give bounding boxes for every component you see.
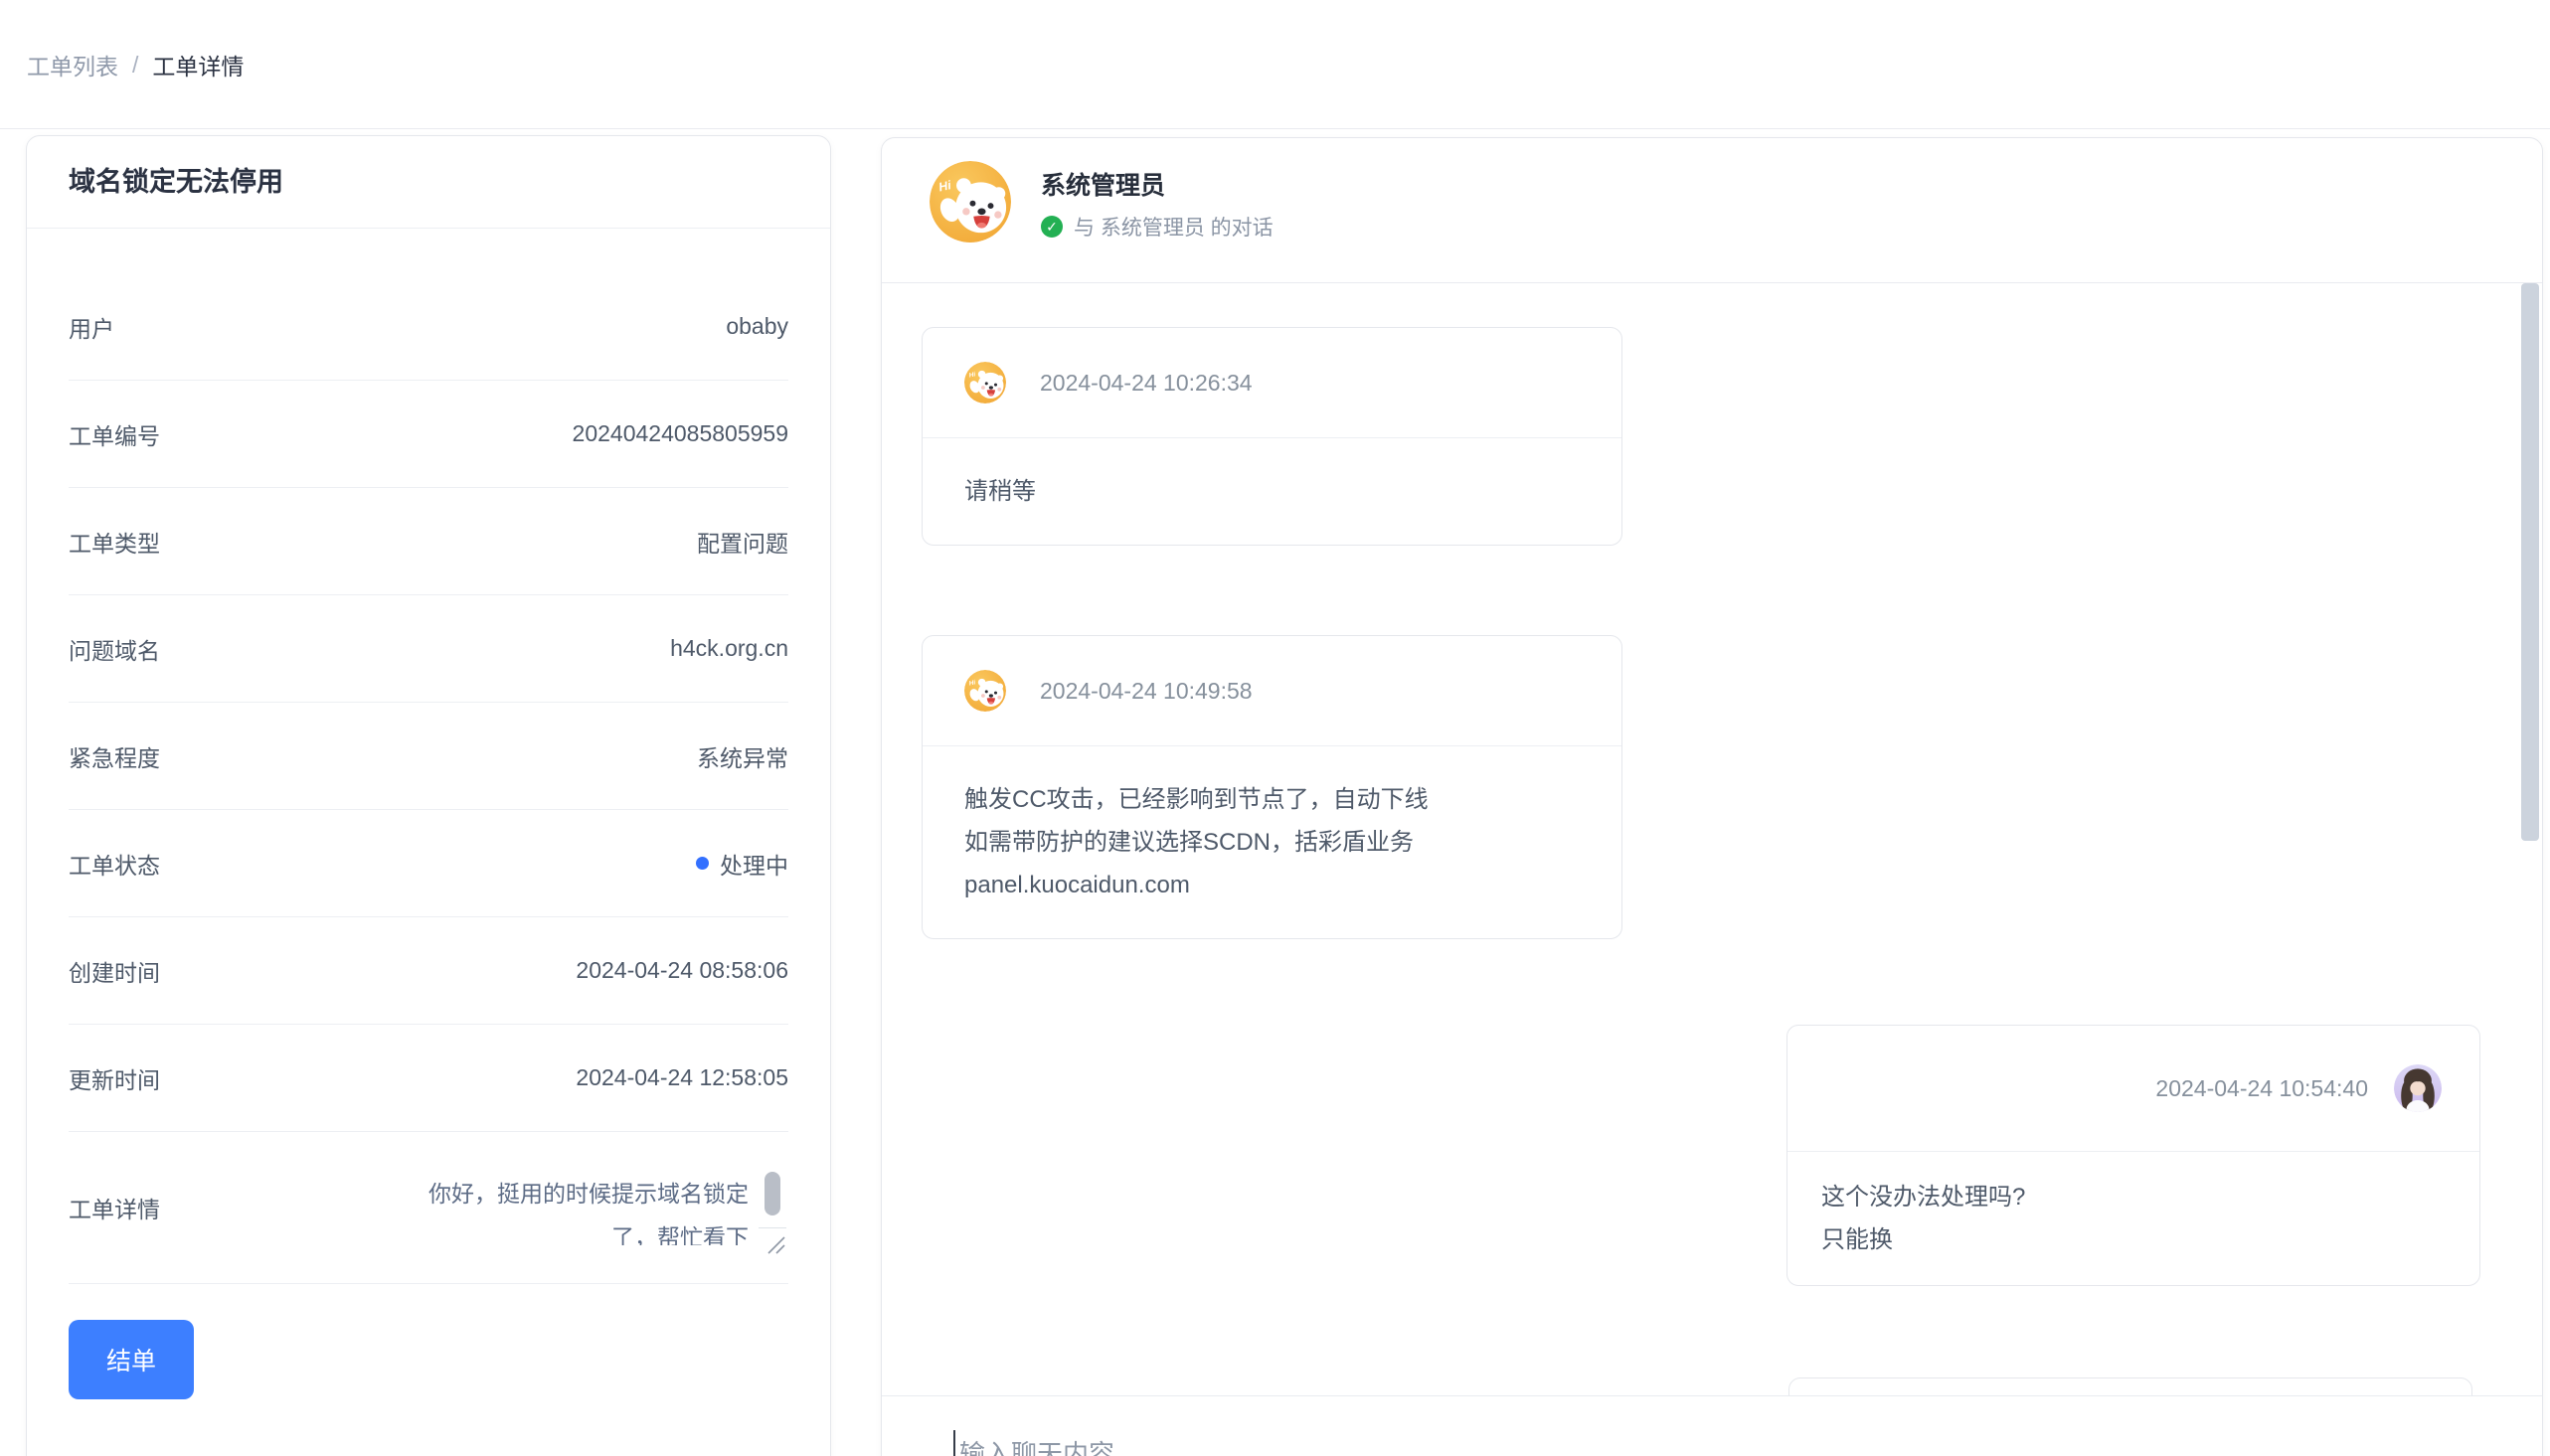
field-row: 用户 obaby [69, 273, 788, 381]
field-value-text: 处理中 [720, 847, 788, 881]
chat-status-text: 与 系统管理员 的对话 [1074, 212, 1274, 242]
field-label: 紧急程度 [69, 739, 160, 773]
field-value: 处理中 [696, 847, 788, 881]
ticket-detail-page: 工单列表 / 工单详情 域名锁定无法停用 用户 obaby 工单编号 20240424… [0, 0, 2550, 1456]
field-label: 工单详情 [69, 1191, 160, 1224]
field-label: 工单状态 [69, 847, 160, 881]
ticket-detail-textarea[interactable]: 你好，挺用的时候提示域名锁定 了，帮忙看下 [321, 1158, 788, 1257]
status-dot-icon [696, 857, 709, 870]
chat-input-placeholder: 输入聊天内容 [959, 1434, 1114, 1456]
field-value-text: 配置问题 [697, 525, 788, 559]
field-label: 更新时间 [69, 1061, 160, 1095]
message-timestamp: 2024-04-24 10:54:40 [2155, 1075, 2368, 1102]
field-value: 配置问题 [697, 525, 788, 559]
message-timestamp: 2024-04-24 10:26:34 [1040, 370, 1253, 397]
field-label: 创建时间 [69, 954, 160, 988]
agent-name: 系统管理员 [1041, 166, 1165, 202]
chat-header: Hi 系统管理员 ✓ 与 系统管理员 的对话 [882, 138, 2542, 283]
chat-card: Hi 系统管理员 ✓ 与 系统管理员 的对话 Hi 2024-04-24 10:2… [881, 137, 2543, 1456]
field-value: h4ck.org.cn [670, 635, 788, 662]
chat-input-area[interactable]: 输入聊天内容 [882, 1396, 2542, 1456]
agent-avatar-small: Hi [964, 362, 1006, 404]
ticket-info-card: 域名锁定无法停用 用户 obaby 工单编号 20240424085805959 工单类… [26, 135, 831, 1456]
message-timestamp: 2024-04-24 10:49:58 [1040, 678, 1253, 705]
agent-avatar-small: Hi [964, 670, 1006, 712]
chat-status-line: ✓ 与 系统管理员 的对话 [1041, 212, 1274, 242]
field-value: 系统异常 [697, 739, 788, 773]
field-value-text: 20240424085805959 [573, 420, 788, 447]
message-body: 这个没办法处理吗? 只能换 [1787, 1151, 2479, 1285]
field-label: 问题域名 [69, 632, 160, 666]
field-value-text: obaby [726, 313, 788, 340]
breadcrumb-separator: / [132, 52, 138, 79]
resize-handle-icon[interactable] [763, 1231, 786, 1255]
textarea-scrollbar-thumb[interactable] [765, 1172, 780, 1215]
ticket-card-header: 域名锁定无法停用 [27, 136, 830, 229]
message-header: Hi 2024-04-24 10:26:34 [923, 328, 1621, 437]
field-value-text: h4ck.org.cn [670, 635, 788, 662]
breadcrumb-ticket-list[interactable]: 工单列表 [27, 48, 118, 81]
chat-message-card: Hi 2024-04-24 10:49:58 触发CC攻击，已经影响到节点了，自动下… [922, 635, 1622, 939]
field-value-text: 2024-04-24 08:58:06 [576, 957, 788, 984]
breadcrumb: 工单列表 / 工单详情 [27, 48, 244, 81]
check-circle-icon: ✓ [1041, 216, 1063, 238]
chat-messages: Hi 2024-04-24 10:26:34 请稍等 Hi 2024-04-24 10:… [882, 283, 2542, 1396]
messages-scrollbar-thumb[interactable] [2521, 283, 2539, 841]
header-divider [0, 128, 2550, 129]
message-header: 2024-04-24 10:54:40 [1787, 1026, 2479, 1151]
field-row: 工单编号 20240424085805959 [69, 381, 788, 488]
message-header: Hi 2024-04-24 10:49:58 [923, 636, 1621, 745]
user-avatar [2394, 1064, 2442, 1112]
field-value-text: 系统异常 [697, 739, 788, 773]
message-body: 触发CC攻击，已经影响到节点了，自动下线 如需带防护的建议选择SCDN，括彩盾业… [923, 745, 1621, 938]
field-row: 更新时间 2024-04-24 12:58:05 [69, 1025, 788, 1132]
message-header [1789, 1378, 2471, 1396]
ticket-title: 域名锁定无法停用 [69, 162, 788, 202]
field-value: obaby [726, 313, 788, 340]
textarea-scrollbar[interactable] [759, 1162, 786, 1228]
field-label: 工单类型 [69, 525, 160, 559]
text-caret [953, 1430, 955, 1456]
ticket-fields: 用户 obaby 工单编号 20240424085805959 工单类型 配置问题问题域名… [27, 229, 830, 1284]
textarea-text: 你好，挺用的时候提示域名锁定 了，帮忙看下 [321, 1172, 749, 1245]
field-row: 工单状态 处理中 [69, 810, 788, 917]
field-label: 工单编号 [69, 417, 160, 451]
breadcrumb-ticket-detail: 工单详情 [152, 48, 244, 81]
field-value-text: 2024-04-24 12:58:05 [576, 1064, 788, 1091]
close-ticket-button[interactable]: 结单 [69, 1320, 194, 1399]
field-row: 问题域名 h4ck.org.cn [69, 595, 788, 703]
agent-avatar: Hi [930, 161, 1011, 243]
chat-message-card [1788, 1377, 2472, 1396]
ticket-detail-row: 工单详情 你好，挺用的时候提示域名锁定 了，帮忙看下 [69, 1132, 788, 1284]
field-row: 工单类型 配置问题 [69, 488, 788, 595]
field-row: 紧急程度 系统异常 [69, 703, 788, 810]
message-body: 请稍等 [923, 437, 1621, 545]
field-value: 2024-04-24 12:58:05 [576, 1064, 788, 1091]
field-value: 2024-04-24 08:58:06 [576, 957, 788, 984]
field-row: 创建时间 2024-04-24 08:58:06 [69, 917, 788, 1025]
ticket-card-footer: 结单 [69, 1284, 788, 1399]
chat-message-card: Hi 2024-04-24 10:26:34 请稍等 [922, 327, 1622, 546]
chat-message-card: 2024-04-24 10:54:40 这个没办法处理吗? 只能换 [1786, 1025, 2480, 1286]
field-label: 用户 [69, 310, 114, 344]
field-value: 20240424085805959 [573, 420, 788, 447]
